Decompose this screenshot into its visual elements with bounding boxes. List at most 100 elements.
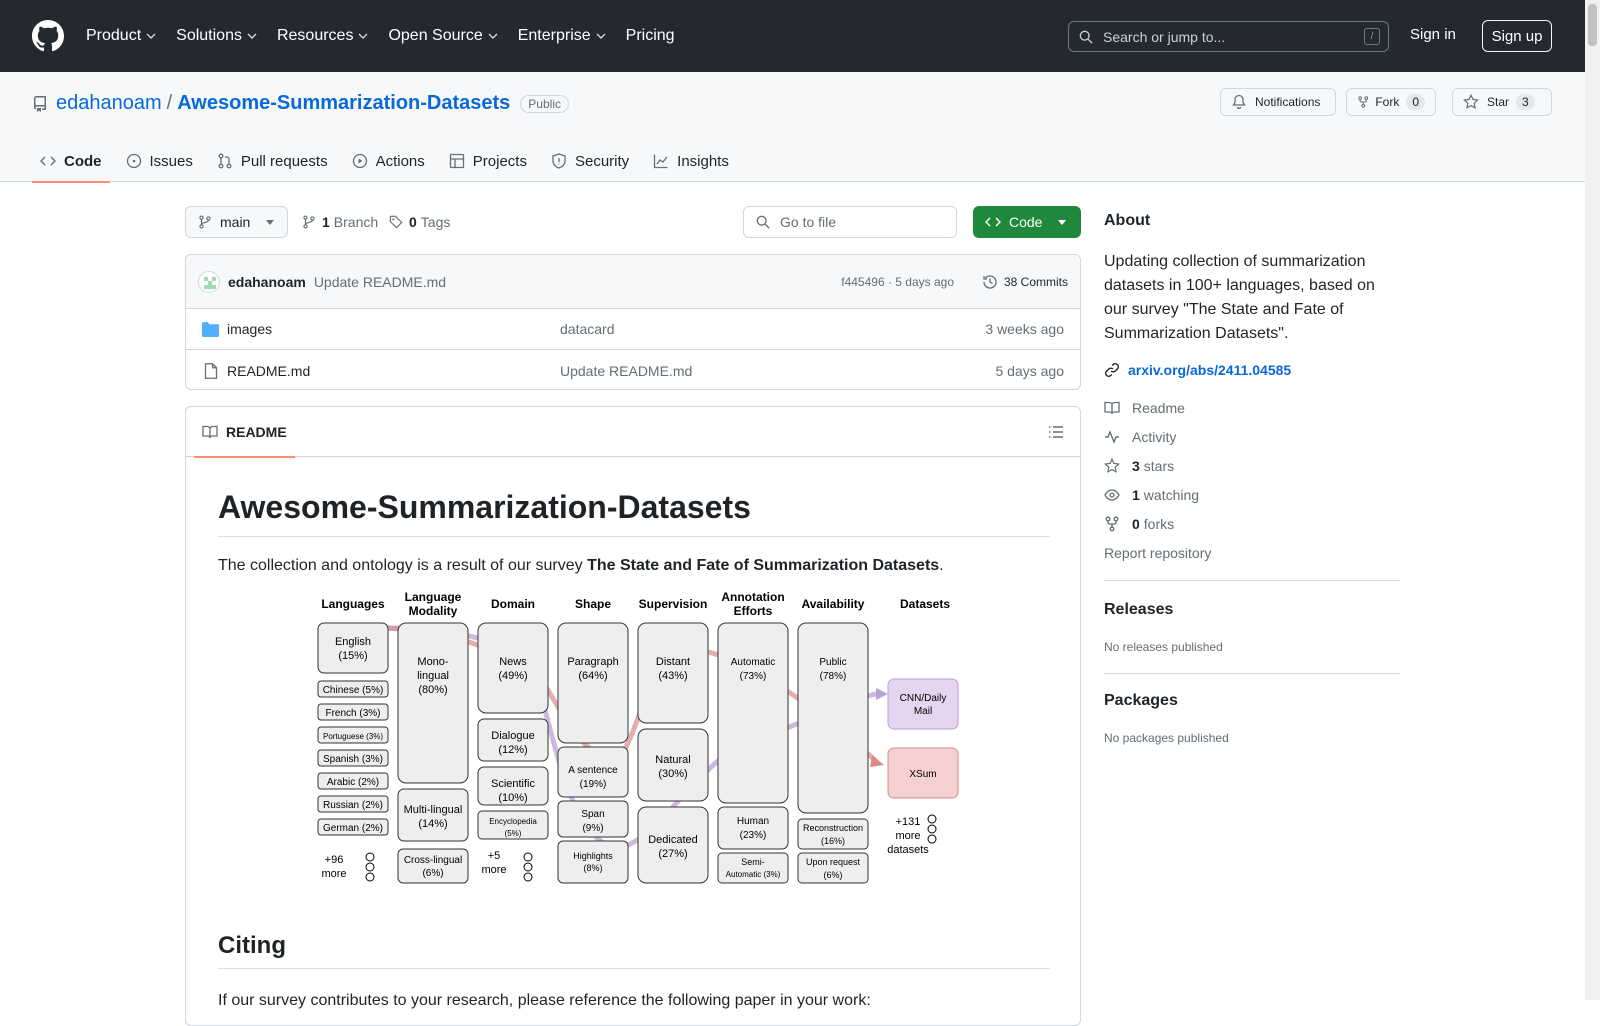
outline-list-icon[interactable] xyxy=(1048,424,1064,440)
file-row[interactable]: README.md Update README.md 5 days ago xyxy=(186,350,1080,391)
node-label: Distant xyxy=(656,656,690,668)
sign-up-button[interactable]: Sign up xyxy=(1482,20,1552,52)
file-name[interactable]: README.md xyxy=(227,363,310,379)
stars-link[interactable]: 3 stars xyxy=(1104,458,1174,474)
tags-link[interactable]: 0 Tags xyxy=(389,214,450,230)
availability-box-public xyxy=(797,622,869,814)
repo-name-link[interactable]: Awesome-Summarization-Datasets xyxy=(177,92,510,115)
code-dropdown-button[interactable]: Code xyxy=(973,206,1081,238)
star-icon xyxy=(1104,458,1120,473)
go-to-file-placeholder: Go to file xyxy=(780,214,837,230)
node-label: Mail xyxy=(914,706,932,717)
nav-enterprise[interactable]: Enterprise xyxy=(518,27,606,45)
branch-selector[interactable]: main xyxy=(185,206,288,238)
nav-solutions[interactable]: Solutions xyxy=(176,27,257,45)
node-label: (73%) xyxy=(740,671,767,682)
branch-name: main xyxy=(220,214,251,230)
nav-label: Enterprise xyxy=(517,27,591,44)
activity-link[interactable]: Activity xyxy=(1104,429,1176,445)
search-icon xyxy=(756,215,770,229)
repo-title: edahanoam / Awesome-Summarization-Datase… xyxy=(32,92,569,115)
tab-label: Issues xyxy=(149,152,193,170)
readme-link[interactable]: Readme xyxy=(1104,400,1185,416)
col-header: Modality xyxy=(409,604,458,618)
caret-down-icon xyxy=(266,219,275,225)
forks-link[interactable]: 0 forks xyxy=(1104,516,1174,532)
tab-label: Actions xyxy=(375,152,425,170)
readme-link-text: Readme xyxy=(1132,400,1185,416)
scrollbar-thumb[interactable] xyxy=(1588,4,1597,46)
releases-heading[interactable]: Releases xyxy=(1104,601,1173,619)
scrollbar[interactable] xyxy=(1585,0,1600,1000)
tab-pull-requests[interactable]: Pull requests xyxy=(209,140,336,182)
node-label: (19%) xyxy=(580,779,607,790)
nav-label: Resources xyxy=(276,27,354,44)
fork-button[interactable]: Fork 0 xyxy=(1346,88,1436,116)
repo-icon xyxy=(33,95,46,112)
code-button-label: Code xyxy=(1009,214,1043,230)
notifications-button[interactable]: Notifications xyxy=(1220,88,1336,116)
commits-history-link[interactable]: 38 Commits xyxy=(982,274,1068,290)
chevron-down-icon xyxy=(358,33,368,39)
nav-pricing[interactable]: Pricing xyxy=(626,27,675,45)
branches-link[interactable]: 1 Branch xyxy=(302,214,378,230)
commit-message[interactable]: Update README.md xyxy=(314,274,446,290)
branch-label: Branch xyxy=(333,214,379,230)
report-repository-link[interactable]: Report repository xyxy=(1104,545,1211,561)
file-name[interactable]: images xyxy=(227,321,272,337)
nav-label: Open Source xyxy=(388,27,483,44)
pull-request-icon xyxy=(218,153,232,169)
play-circle-icon xyxy=(352,153,367,169)
commit-hash-time[interactable]: f445496 · 5 days ago xyxy=(841,275,954,289)
sign-in-link[interactable]: Sign in xyxy=(1410,26,1456,43)
node-label: Cross-lingual xyxy=(404,855,462,866)
node-label: CNN/Daily xyxy=(900,693,947,704)
chevron-down-icon xyxy=(247,33,257,39)
fork-icon xyxy=(1358,96,1369,108)
node-label: Encyclopedia xyxy=(489,817,537,826)
tab-code[interactable]: Code xyxy=(32,140,110,183)
file-commit-message[interactable]: datacard xyxy=(560,321,614,337)
readme-tab[interactable]: README xyxy=(194,407,295,458)
pulse-icon xyxy=(1105,430,1119,444)
repo-owner-link[interactable]: edahanoam xyxy=(56,92,162,115)
file-row[interactable]: images datacard 3 weeks ago xyxy=(186,309,1080,350)
node-label: Chinese (5%) xyxy=(323,685,384,696)
stars-label: stars xyxy=(1143,458,1175,474)
repo-tabs: Code Issues Pull requests Actions Projec… xyxy=(32,140,745,183)
tab-issues[interactable]: Issues xyxy=(118,140,201,182)
visibility-badge: Public xyxy=(520,94,569,113)
node-label: News xyxy=(499,656,527,668)
node-label: (43%) xyxy=(658,670,687,682)
tag-label: Tags xyxy=(420,214,451,230)
github-logo-icon[interactable] xyxy=(32,20,64,52)
homepage-link-text: arxiv.org/abs/2411.04585 xyxy=(1128,362,1292,378)
watchers-link[interactable]: 1 watching xyxy=(1104,487,1199,503)
star-icon xyxy=(1463,94,1479,109)
packages-heading[interactable]: Packages xyxy=(1104,692,1178,710)
tab-security[interactable]: Security xyxy=(543,140,637,182)
node-label: French (3%) xyxy=(325,708,380,719)
readme-intro: The collection and ontology is a result … xyxy=(218,557,944,575)
history-icon xyxy=(983,274,997,289)
search-input[interactable]: Search or jump to... / xyxy=(1068,21,1389,52)
citing-heading: Citing xyxy=(218,932,1050,969)
nav-open-source[interactable]: Open Source xyxy=(388,27,498,45)
tab-insights[interactable]: Insights xyxy=(645,140,737,182)
avatar[interactable] xyxy=(198,270,220,293)
tab-projects[interactable]: Projects xyxy=(441,140,535,182)
go-to-file-input[interactable]: Go to file xyxy=(743,206,957,238)
homepage-link[interactable]: arxiv.org/abs/2411.04585 xyxy=(1104,362,1291,378)
file-commit-message[interactable]: Update README.md xyxy=(560,363,692,379)
node-label: Arabic (2%) xyxy=(327,777,379,788)
nav-product[interactable]: Product xyxy=(86,27,156,45)
commit-author[interactable]: edahanoam xyxy=(228,274,306,290)
node-label: (8%) xyxy=(583,863,602,873)
node-label: more xyxy=(321,868,346,880)
node-label: (49%) xyxy=(498,670,527,682)
nav-resources[interactable]: Resources xyxy=(277,27,368,45)
star-button[interactable]: Star 3 xyxy=(1452,88,1552,116)
tab-actions[interactable]: Actions xyxy=(344,140,433,182)
nav-label: Solutions xyxy=(176,27,242,44)
node-label: more xyxy=(895,830,920,842)
